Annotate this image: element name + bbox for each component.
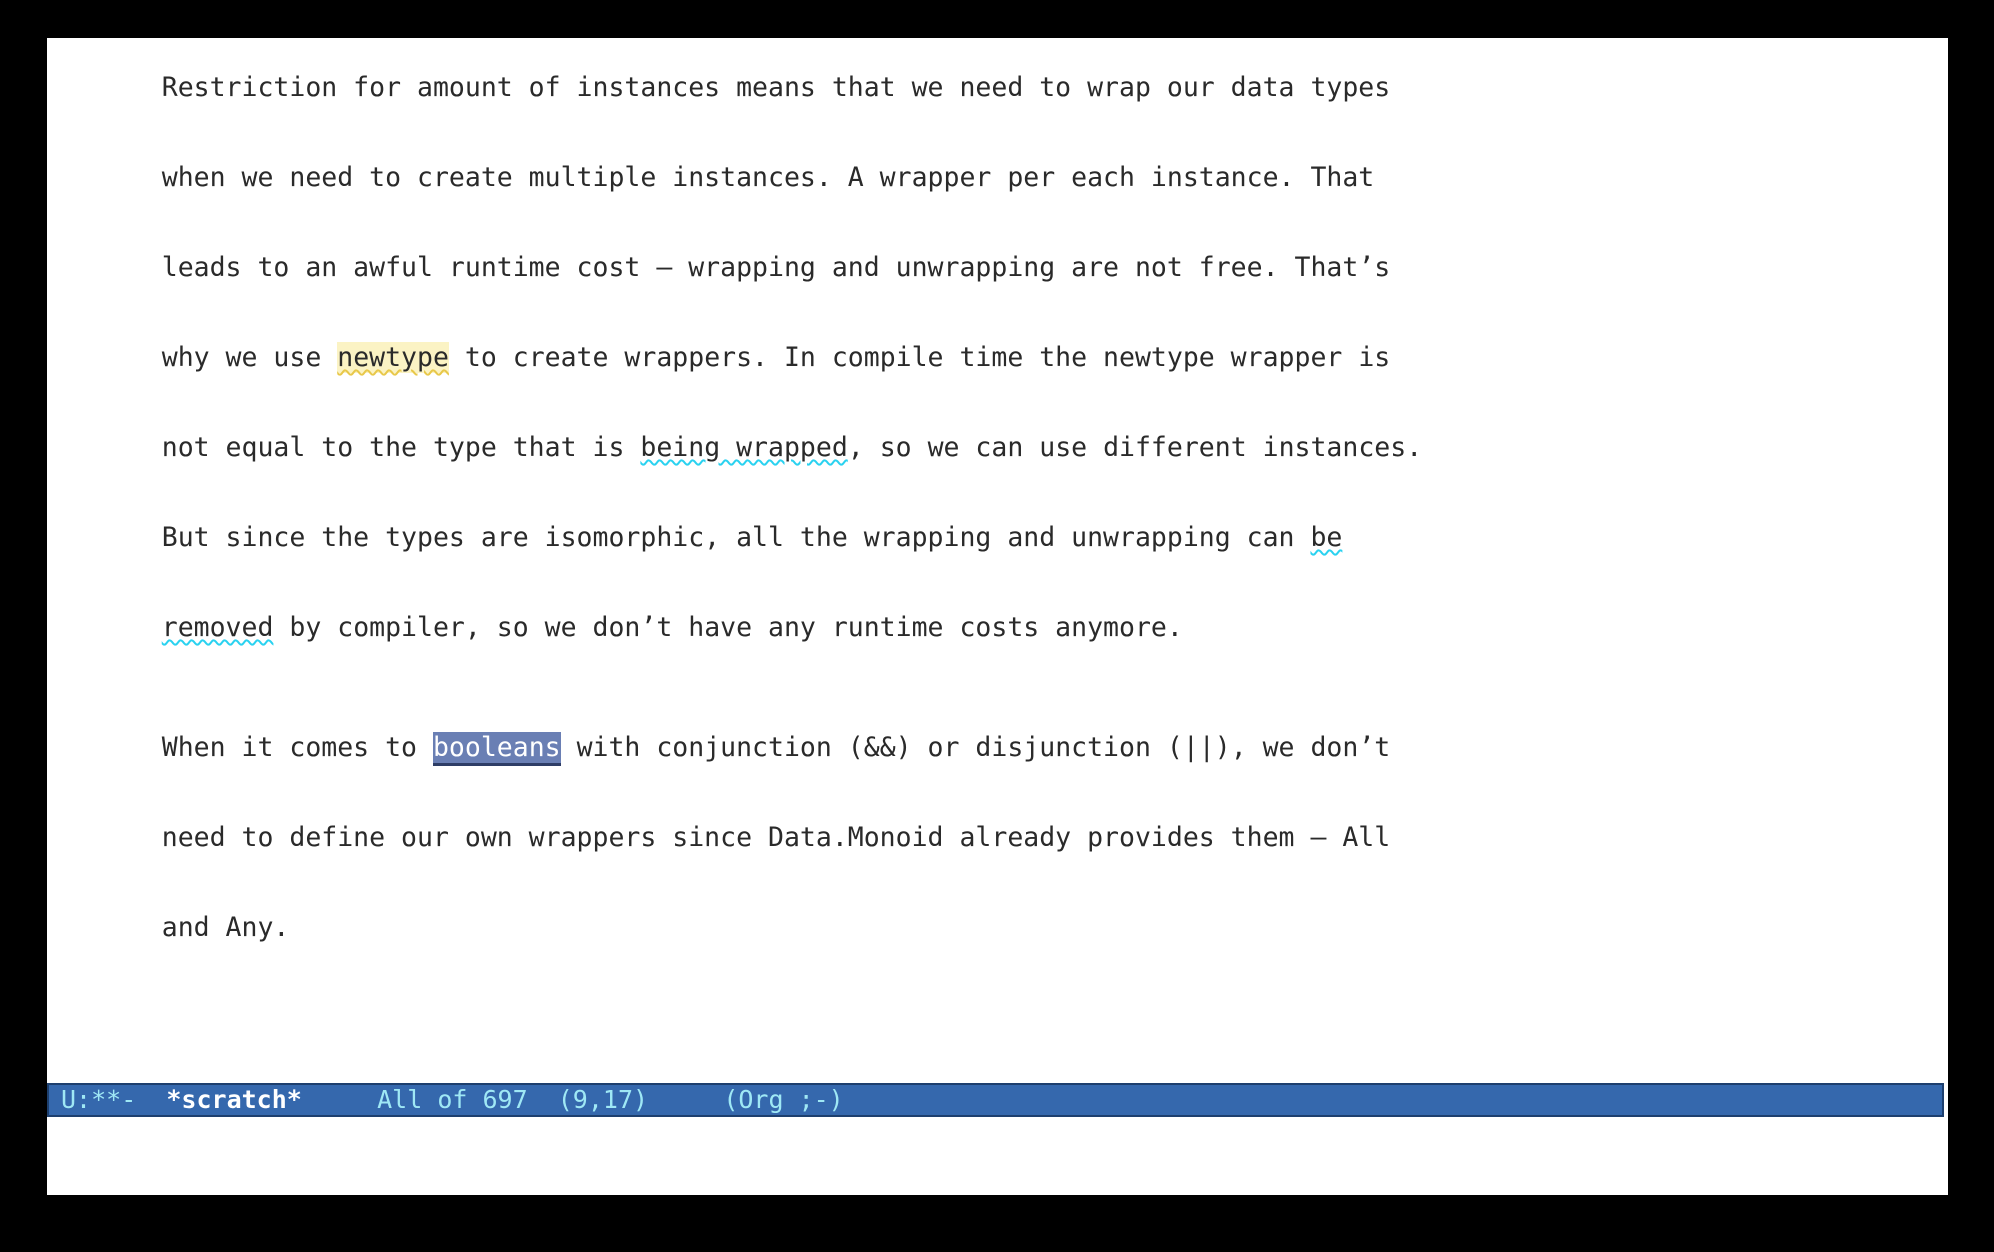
modeline-gap bbox=[136, 1085, 166, 1114]
buffer-text-area[interactable]: Restriction for amount of instances mean… bbox=[47, 38, 1948, 1077]
modeline-scroll-position: All of 697 bbox=[377, 1085, 528, 1114]
misspelled-word-removed[interactable]: removed bbox=[162, 612, 274, 643]
buffer-line: when we need to create multiple instance… bbox=[66, 133, 1948, 223]
text-run: not equal to the type that is bbox=[161, 432, 641, 463]
buffer-line: and Any. bbox=[66, 883, 1948, 973]
mode-line[interactable]: U:**- *scratch* All of 697 (9,17) (Org ;… bbox=[47, 1083, 1944, 1117]
text-run: When it comes to bbox=[161, 732, 433, 763]
modeline-line-column: (9,17) bbox=[557, 1085, 649, 1114]
modeline-major-mode[interactable]: (Org ;-) bbox=[723, 1085, 843, 1114]
buffer-line: But since the types are isomorphic, all … bbox=[66, 493, 1948, 583]
text-run: by compiler, so we don’t have any runtim… bbox=[273, 612, 1183, 643]
text-run: when we need to create multiple instance… bbox=[161, 162, 1375, 193]
emacs-frame: Restriction for amount of instances mean… bbox=[47, 38, 1948, 1195]
buffer-line: not equal to the type that is being wrap… bbox=[66, 403, 1948, 493]
buffer-blank-line bbox=[66, 673, 1948, 703]
modeline-gap bbox=[528, 1085, 558, 1114]
text-run: Restriction for amount of instances mean… bbox=[161, 72, 1391, 103]
buffer-line: Restriction for amount of instances mean… bbox=[66, 43, 1948, 133]
buffer-line: need to define our own wrappers since Da… bbox=[66, 793, 1948, 883]
text-run: to create wrappers. In compile time the … bbox=[448, 342, 1391, 373]
selected-word-booleans[interactable]: booleans bbox=[432, 732, 561, 766]
modeline-buffer-name[interactable]: *scratch* bbox=[166, 1085, 301, 1114]
modeline-coding-indicator: U:**- bbox=[61, 1085, 137, 1114]
buffer-line: leads to an awful runtime cost – wrappin… bbox=[66, 223, 1948, 313]
minibuffer[interactable]: Correcting 'booleans': {Boolean's | Bool… bbox=[47, 1117, 1948, 1195]
text-run: need to define our own wrappers since Da… bbox=[161, 822, 1391, 853]
misspelled-word-be[interactable]: be bbox=[1310, 522, 1342, 553]
misspelled-word-being-wrapped[interactable]: being wrapped bbox=[640, 432, 847, 463]
text-run: But since the types are isomorphic, all … bbox=[161, 522, 1311, 553]
text-run: , so we can use different instances. bbox=[847, 432, 1423, 463]
text-run: why we use bbox=[161, 342, 338, 373]
buffer-line: why we use newtype to create wrappers. I… bbox=[66, 313, 1948, 403]
text-run: with conjunction (&&) or disjunction (||… bbox=[560, 732, 1391, 763]
modeline-gap bbox=[648, 1085, 723, 1114]
text-run: and Any. bbox=[161, 912, 290, 943]
buffer-line: removed by compiler, so we don’t have an… bbox=[66, 583, 1948, 673]
buffer-line: When it comes to booleans with conjuncti… bbox=[66, 703, 1948, 793]
misspelled-word-newtype[interactable]: newtype bbox=[337, 342, 449, 373]
text-run: leads to an awful runtime cost – wrappin… bbox=[161, 252, 1391, 283]
modeline-gap bbox=[302, 1085, 377, 1114]
